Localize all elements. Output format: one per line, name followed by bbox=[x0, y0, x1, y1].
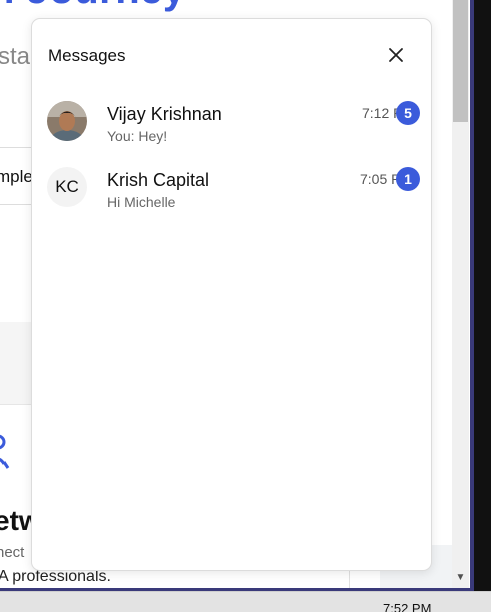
unread-badge: 1 bbox=[396, 167, 420, 191]
scroll-thumb[interactable] bbox=[453, 0, 468, 122]
panel-title: Messages bbox=[48, 46, 126, 65]
page-heading: h Journey bbox=[0, 0, 186, 13]
taskbar: 7:52 PM bbox=[0, 591, 491, 612]
conversation-preview: You: Hey! bbox=[107, 128, 168, 144]
conversation-item[interactable]: KC Krish Capital Hi Michelle 7:05 PM 1 bbox=[32, 155, 431, 219]
conversation-name: Vijay Krishnan bbox=[107, 104, 222, 124]
conversation-name: Krish Capital bbox=[107, 170, 210, 190]
section-description: nect bbox=[0, 544, 25, 561]
desktop-background bbox=[474, 0, 491, 611]
avatar: KC bbox=[47, 167, 87, 207]
card-text: mple bbox=[0, 167, 33, 186]
chevron-down-icon[interactable]: ▼ bbox=[453, 570, 468, 586]
close-button[interactable] bbox=[380, 39, 412, 71]
avatar bbox=[47, 101, 87, 141]
close-icon bbox=[389, 48, 403, 62]
conversation-preview: Hi Michelle bbox=[107, 194, 176, 210]
unread-badge: 5 bbox=[396, 101, 420, 125]
taskbar-clock[interactable]: 7:52 PM bbox=[383, 601, 431, 612]
conversation-item[interactable]: Vijay Krishnan You: Hey! 7:12 PM 5 bbox=[32, 89, 431, 153]
messages-panel: Messages Vijay Krishnan You: Hey! 7:12 P… bbox=[31, 18, 432, 571]
people-icon bbox=[0, 434, 12, 472]
